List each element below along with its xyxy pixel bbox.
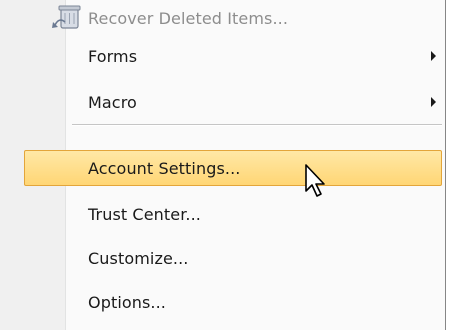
menu-item-macro[interactable]: Macro xyxy=(24,84,442,120)
menu-item-label: Forms xyxy=(88,46,138,66)
menu-item-label: Options... xyxy=(88,292,166,312)
chevron-right-icon xyxy=(431,51,436,61)
menu-item-label: Account Settings... xyxy=(88,158,241,178)
recycle-bin-recover-icon xyxy=(52,5,81,29)
menu-item-customize[interactable]: Customize... xyxy=(24,240,442,276)
menu-item-account-settings[interactable]: Account Settings... xyxy=(24,150,442,186)
mouse-pointer-icon xyxy=(305,164,325,197)
menu-item-forms[interactable]: Forms xyxy=(24,38,442,74)
menu-item-label: Trust Center... xyxy=(88,204,201,224)
menu-item-options[interactable]: Options... xyxy=(24,284,442,320)
menu-separator xyxy=(72,124,442,126)
menu-item-trust-center[interactable]: Trust Center... xyxy=(24,196,442,232)
tools-menu-dropdown: Recover Deleted Items... Forms Macro Acc… xyxy=(0,0,454,330)
menu-item-label: Recover Deleted Items... xyxy=(88,8,289,28)
chevron-right-icon xyxy=(431,97,436,107)
menu-panel: Recover Deleted Items... Forms Macro Acc… xyxy=(0,0,446,330)
menu-item-label: Macro xyxy=(88,92,137,112)
menu-item-recover-deleted-items[interactable]: Recover Deleted Items... xyxy=(24,0,442,36)
menu-item-label: Customize... xyxy=(88,248,189,268)
